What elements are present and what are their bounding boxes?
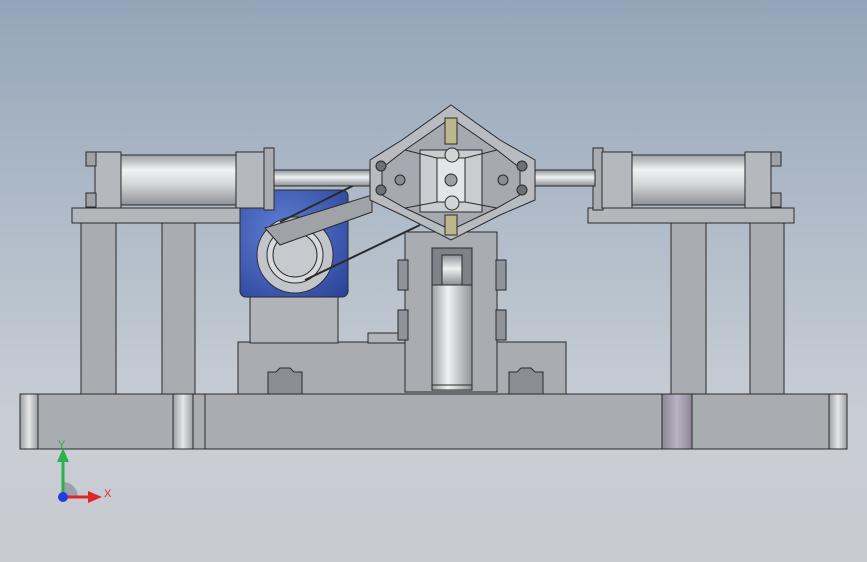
right-pneumatic-cylinder — [504, 147, 782, 211]
base-plate — [19, 393, 848, 450]
right-support — [587, 207, 795, 395]
clamp-head — [369, 104, 536, 241]
assembly-drawing — [19, 104, 848, 503]
x-axis-head — [88, 491, 102, 503]
coordinate-triad — [57, 448, 102, 503]
cad-viewport[interactable]: Y X — [0, 0, 867, 562]
z-axis-dot — [58, 492, 68, 502]
x-axis-label: X — [104, 488, 112, 500]
central-column — [397, 231, 507, 393]
y-axis-label: Y — [58, 439, 66, 451]
